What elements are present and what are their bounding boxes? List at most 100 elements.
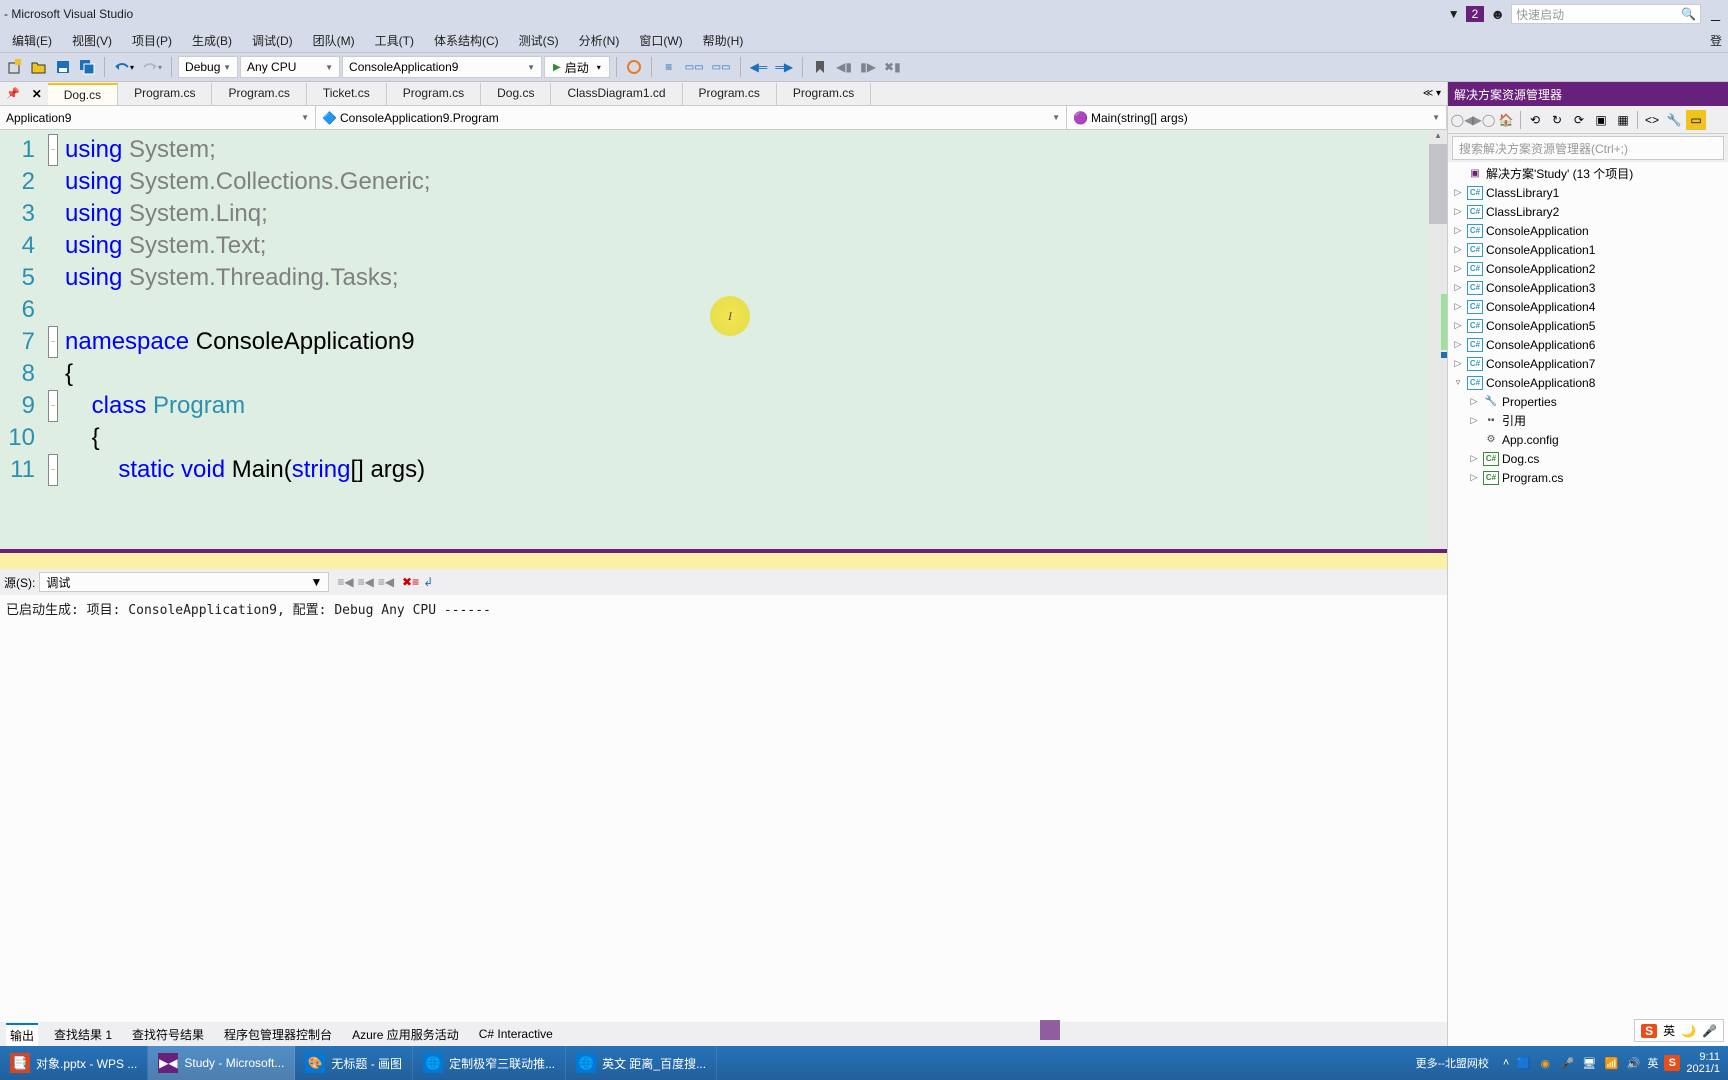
code-body[interactable]: using System;using System.Collections.Ge…	[61, 130, 1429, 549]
tray-date[interactable]: 2021/1	[1686, 1063, 1720, 1075]
output-indent-3[interactable]: ≡◀	[378, 575, 394, 589]
open-file-button[interactable]	[28, 56, 50, 78]
menu-item[interactable]: 帮助(H)	[693, 29, 754, 52]
project-item[interactable]: ▷🔧Properties	[1448, 392, 1728, 411]
project-node[interactable]: ▿C#ConsoleApplication8	[1448, 373, 1728, 392]
project-item[interactable]: ⚙App.config	[1448, 430, 1728, 449]
taskbar-item[interactable]: 📑对象.pptx - WPS ...	[0, 1046, 148, 1080]
menu-item[interactable]: 视图(V)	[62, 29, 122, 52]
uncomment-button[interactable]: ▭▭	[709, 56, 734, 78]
document-tab[interactable]: Program.cs	[212, 83, 306, 105]
tool-window-tab[interactable]: C# Interactive	[475, 1025, 557, 1043]
document-tab[interactable]: Ticket.cs	[307, 83, 387, 105]
bookmark-prev-button[interactable]: ◀▮	[833, 56, 855, 78]
new-project-button[interactable]	[4, 56, 26, 78]
tray-up-icon[interactable]: ˄	[1503, 1057, 1509, 1069]
menu-item[interactable]: 项目(P)	[122, 29, 182, 52]
home-button[interactable]: 🏠	[1496, 110, 1516, 130]
close-tab-button[interactable]: ✕	[26, 87, 48, 101]
floating-button[interactable]	[1040, 1020, 1060, 1040]
code-editor[interactable]: 1234567891011 −−−− using System;using Sy…	[0, 130, 1447, 549]
taskbar-item[interactable]: ▶◀Study - Microsoft...	[148, 1046, 295, 1080]
tool-window-tab[interactable]: 查找结果 1	[50, 1024, 116, 1045]
project-item[interactable]: ▷C#Dog.cs	[1448, 449, 1728, 468]
preview-button[interactable]: ▭	[1686, 110, 1706, 130]
sync-button[interactable]: ⟲	[1525, 110, 1545, 130]
tool-window-tab[interactable]: Azure 应用服务活动	[348, 1024, 463, 1045]
tool-window-tab[interactable]: 程序包管理器控制台	[220, 1024, 336, 1045]
document-tab[interactable]: Program.cs	[683, 83, 777, 105]
minimize-button[interactable]: _	[1707, 5, 1724, 23]
project-item[interactable]: ▷C#Program.cs	[1448, 468, 1728, 487]
project-node[interactable]: ▷C#ConsoleApplication4	[1448, 297, 1728, 316]
menu-item[interactable]: 体系结构(C)	[424, 29, 509, 52]
tool-window-tab[interactable]: 查找符号结果	[128, 1024, 208, 1045]
notification-count[interactable]: 2	[1466, 6, 1485, 22]
output-indent-2[interactable]: ≡◀	[358, 575, 374, 589]
scope-combo[interactable]: Application9▼	[0, 106, 316, 129]
project-node[interactable]: ▷C#ConsoleApplication5	[1448, 316, 1728, 335]
show-all-button[interactable]: ▦	[1613, 110, 1633, 130]
view-code-button[interactable]: <>	[1642, 110, 1662, 130]
document-tab[interactable]: Dog.cs	[48, 83, 118, 105]
tray-mic-icon[interactable]: 🎤	[1559, 1055, 1575, 1071]
forward-button[interactable]: ▶◯	[1474, 110, 1494, 130]
menu-item[interactable]: 团队(M)	[303, 29, 365, 52]
feedback-icon[interactable]: ☻	[1490, 6, 1505, 22]
comment-button[interactable]: ▭▭	[682, 56, 707, 78]
refresh-button-2[interactable]: ↻	[1547, 110, 1567, 130]
document-tab[interactable]: ClassDiagram1.cd	[551, 83, 682, 105]
document-tab[interactable]: Program.cs	[777, 83, 871, 105]
save-button[interactable]	[52, 56, 74, 78]
taskbar-item[interactable]: 🎨无标题 - 画图	[295, 1046, 413, 1080]
platform-combo[interactable]: Any CPU▼	[240, 56, 340, 78]
tool-window-tab[interactable]: 输出	[6, 1023, 38, 1046]
tray-lang[interactable]: 英	[1647, 1055, 1658, 1071]
quick-launch-input[interactable]: 快速启动 🔍	[1511, 4, 1701, 24]
vertical-scrollbar[interactable]: ▴	[1429, 130, 1447, 549]
refresh-button[interactable]: ⟳	[1569, 110, 1589, 130]
solution-root[interactable]: ▣解决方案'Study' (13 个项目)	[1448, 164, 1728, 183]
menu-item[interactable]: 编辑(E)	[2, 29, 62, 52]
project-node[interactable]: ▷C#ConsoleApplication1	[1448, 240, 1728, 259]
project-node[interactable]: ▷C#ClassLibrary2	[1448, 202, 1728, 221]
undo-button[interactable]: ▾	[111, 56, 137, 78]
project-node[interactable]: ▷C#ConsoleApplication7	[1448, 354, 1728, 373]
ime-indicator[interactable]: S 英 🌙 🎤	[1634, 1019, 1724, 1042]
output-pane[interactable]: 已启动生成: 项目: ConsoleApplication9, 配置: Debu…	[0, 595, 1447, 1022]
document-tab[interactable]: Program.cs	[118, 83, 212, 105]
document-tab[interactable]: Program.cs	[387, 83, 481, 105]
toggle-1-button[interactable]: ≡	[658, 56, 680, 78]
menu-item[interactable]: 生成(B)	[182, 29, 242, 52]
save-all-button[interactable]	[76, 56, 98, 78]
member-combo[interactable]: 🟣Main(string[] args)▼	[1067, 106, 1447, 129]
project-item[interactable]: ▷•▪引用	[1448, 411, 1728, 430]
bookmark-next-button[interactable]: ▮▶	[857, 56, 879, 78]
browser-link-button[interactable]	[623, 56, 645, 78]
indent-increase-button[interactable]: ═▶	[772, 56, 796, 78]
config-combo[interactable]: Debug▼	[178, 56, 238, 78]
menu-item[interactable]: 窗口(W)	[629, 29, 692, 52]
tabs-overflow-button[interactable]: ≪ ▾	[1417, 88, 1447, 99]
back-button[interactable]: ◯◀	[1452, 110, 1472, 130]
solution-tree[interactable]: ▣解决方案'Study' (13 个项目)▷C#ClassLibrary1▷C#…	[1448, 162, 1728, 1046]
tray-sogou-icon[interactable]: S	[1664, 1055, 1680, 1071]
menu-item[interactable]: 分析(N)	[569, 29, 630, 52]
notification-flag-icon[interactable]: ▼	[1448, 7, 1460, 21]
tray-network-icon[interactable]: 📶	[1603, 1055, 1619, 1071]
properties-button[interactable]: 🔧	[1664, 110, 1684, 130]
menu-item[interactable]: 调试(D)	[242, 29, 303, 52]
bookmark-clear-button[interactable]: ✖▮	[881, 56, 904, 78]
taskbar-item[interactable]: 🌐定制极窄三联动推...	[413, 1046, 566, 1080]
menu-item[interactable]: 测试(S)	[509, 29, 569, 52]
project-node[interactable]: ▷C#ConsoleApplication6	[1448, 335, 1728, 354]
project-node[interactable]: ▷C#ClassLibrary1	[1448, 183, 1728, 202]
tray-time[interactable]: 9:11	[1686, 1051, 1720, 1063]
sign-in-button[interactable]: 登	[1700, 29, 1726, 52]
menu-item[interactable]: 工具(T)	[365, 29, 424, 52]
output-clear-button[interactable]: ✖≡	[402, 575, 419, 589]
tray-more-text[interactable]: 更多--北盟网校	[1416, 1055, 1489, 1071]
output-wrap-button[interactable]: ↲	[423, 575, 433, 589]
document-tab[interactable]: Dog.cs	[481, 83, 551, 105]
project-node[interactable]: ▷C#ConsoleApplication	[1448, 221, 1728, 240]
